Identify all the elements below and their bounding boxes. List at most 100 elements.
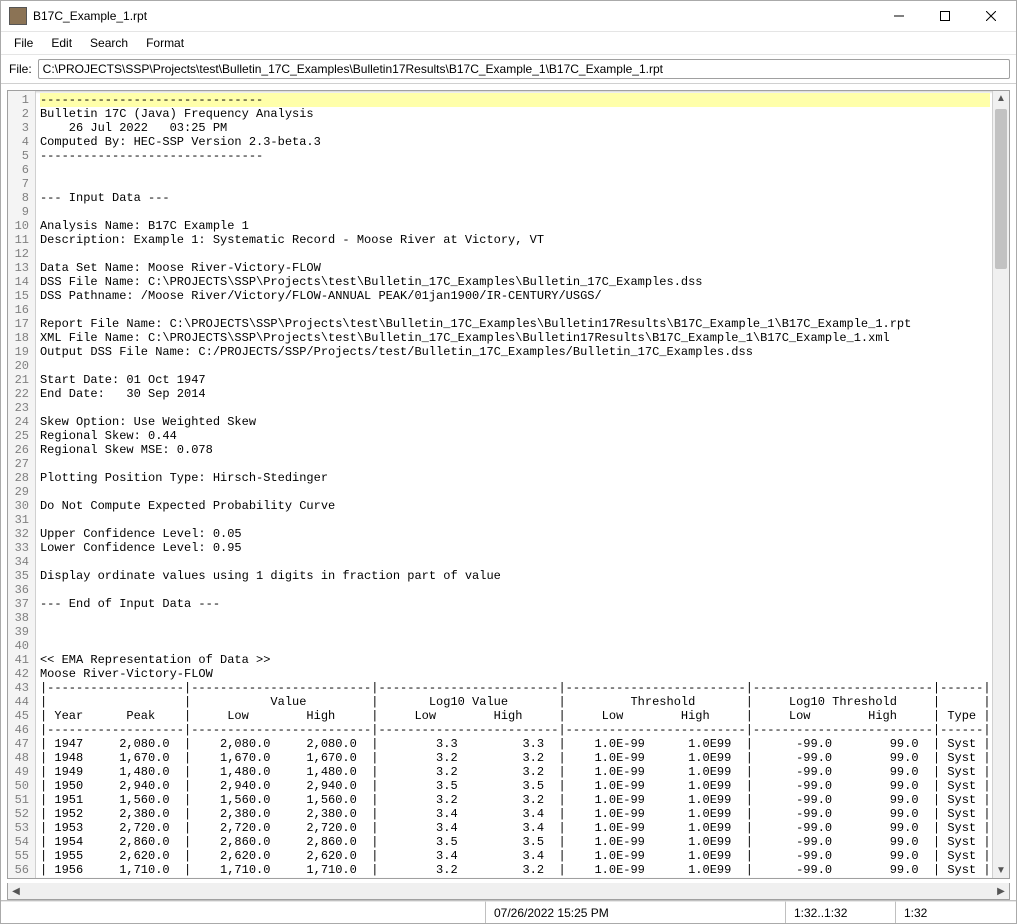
line-number: 5 (8, 149, 29, 163)
close-button[interactable] (968, 1, 1014, 31)
line-number: 23 (8, 401, 29, 415)
code-line (40, 583, 990, 597)
code-line (40, 247, 990, 261)
file-path-row: File: (1, 55, 1016, 84)
code-line: Bulletin 17C (Java) Frequency Analysis (40, 107, 990, 121)
menu-edit[interactable]: Edit (42, 34, 81, 52)
menu-format[interactable]: Format (137, 34, 193, 52)
line-number: 55 (8, 849, 29, 863)
code-line: ------------------------------- (40, 93, 990, 107)
code-line: | 1952 2,380.0 | 2,380.0 2,380.0 | 3.4 3… (40, 807, 990, 821)
code-line: 26 Jul 2022 03:25 PM (40, 121, 990, 135)
code-line: | 1947 2,080.0 | 2,080.0 2,080.0 | 3.3 3… (40, 737, 990, 751)
horizontal-scrollbar[interactable]: ◀ ▶ (7, 883, 1010, 900)
scroll-down-arrow-icon[interactable]: ▼ (993, 862, 1009, 878)
code-line: | 1948 1,670.0 | 1,670.0 1,670.0 | 3.2 3… (40, 751, 990, 765)
line-number: 18 (8, 331, 29, 345)
line-number: 42 (8, 667, 29, 681)
line-number: 41 (8, 653, 29, 667)
line-number: 7 (8, 177, 29, 191)
code-line: Description: Example 1: Systematic Recor… (40, 233, 990, 247)
vertical-scrollbar[interactable]: ▲ ▼ (992, 91, 1009, 879)
line-number: 54 (8, 835, 29, 849)
minimize-icon (894, 11, 904, 21)
line-number: 15 (8, 289, 29, 303)
line-number: 9 (8, 205, 29, 219)
line-number: 6 (8, 163, 29, 177)
line-number: 40 (8, 639, 29, 653)
line-number: 28 (8, 471, 29, 485)
line-number: 39 (8, 625, 29, 639)
line-number: 3 (8, 121, 29, 135)
scroll-left-arrow-icon[interactable]: ◀ (8, 883, 24, 899)
line-number: 8 (8, 191, 29, 205)
code-line: |-------------------|-------------------… (40, 723, 990, 737)
code-line: Report File Name: C:\PROJECTS\SSP\Projec… (40, 317, 990, 331)
code-line: | Year Peak | Low High | Low High | Low … (40, 709, 990, 723)
line-number: 21 (8, 373, 29, 387)
maximize-button[interactable] (922, 1, 968, 31)
text-editor[interactable]: 1234567891011121314151617181920212223242… (7, 90, 1010, 880)
line-number: 30 (8, 499, 29, 513)
line-number: 32 (8, 527, 29, 541)
line-number: 12 (8, 247, 29, 261)
code-line: Data Set Name: Moose River-Victory-FLOW (40, 261, 990, 275)
code-line: Display ordinate values using 1 digits i… (40, 569, 990, 583)
line-number: 1 (8, 93, 29, 107)
line-number: 52 (8, 807, 29, 821)
menu-file[interactable]: File (5, 34, 42, 52)
file-path-input[interactable] (38, 59, 1010, 79)
line-number: 36 (8, 583, 29, 597)
code-line (40, 513, 990, 527)
code-line: | 1949 1,480.0 | 1,480.0 1,480.0 | 3.2 3… (40, 765, 990, 779)
close-icon (986, 11, 996, 21)
scroll-right-arrow-icon[interactable]: ▶ (993, 883, 1009, 899)
code-line (40, 555, 990, 569)
app-window: B17C_Example_1.rpt File Edit Search Form… (0, 0, 1017, 924)
status-cell-1 (1, 901, 486, 923)
code-line: Regional Skew: 0.44 (40, 429, 990, 443)
window-title: B17C_Example_1.rpt (33, 9, 876, 23)
menu-search[interactable]: Search (81, 34, 137, 52)
line-number: 2 (8, 107, 29, 121)
code-line: DSS Pathname: /Moose River/Victory/FLOW-… (40, 289, 990, 303)
line-number: 45 (8, 709, 29, 723)
code-line: |-------------------|-------------------… (40, 681, 990, 695)
code-line: | | Value | Log10 Value | Threshold | Lo… (40, 695, 990, 709)
line-number: 47 (8, 737, 29, 751)
line-number: 35 (8, 569, 29, 583)
line-number: 22 (8, 387, 29, 401)
line-number: 50 (8, 779, 29, 793)
titlebar: B17C_Example_1.rpt (1, 1, 1016, 32)
code-line (40, 401, 990, 415)
line-number: 44 (8, 695, 29, 709)
status-cell-datetime: 07/26/2022 15:25 PM (486, 901, 786, 923)
code-line: | 1953 2,720.0 | 2,720.0 2,720.0 | 3.4 3… (40, 821, 990, 835)
code-line: XML File Name: C:\PROJECTS\SSP\Projects\… (40, 331, 990, 345)
hscroll-track[interactable] (24, 885, 993, 897)
code-line: Moose River-Victory-FLOW (40, 667, 990, 681)
code-line: Analysis Name: B17C Example 1 (40, 219, 990, 233)
scroll-up-arrow-icon[interactable]: ▲ (993, 91, 1009, 107)
line-number: 34 (8, 555, 29, 569)
code-line: Skew Option: Use Weighted Skew (40, 415, 990, 429)
scroll-thumb[interactable] (995, 109, 1007, 269)
code-line: --- End of Input Data --- (40, 597, 990, 611)
app-icon (9, 7, 27, 25)
code-line: --- Input Data --- (40, 191, 990, 205)
line-number: 11 (8, 233, 29, 247)
code-line: Lower Confidence Level: 0.95 (40, 541, 990, 555)
code-line: | 1957 1,370.0 | 1,370.0 1,370.0 | 3.1 3… (40, 877, 990, 879)
code-area[interactable]: -------------------------------Bulletin … (36, 91, 992, 879)
maximize-icon (940, 11, 950, 21)
code-line: DSS File Name: C:\PROJECTS\SSP\Projects\… (40, 275, 990, 289)
minimize-button[interactable] (876, 1, 922, 31)
line-number: 19 (8, 345, 29, 359)
code-line (40, 611, 990, 625)
line-number: 43 (8, 681, 29, 695)
line-number: 20 (8, 359, 29, 373)
code-line (40, 205, 990, 219)
line-number: 4 (8, 135, 29, 149)
window-controls (876, 1, 1014, 31)
code-line (40, 457, 990, 471)
